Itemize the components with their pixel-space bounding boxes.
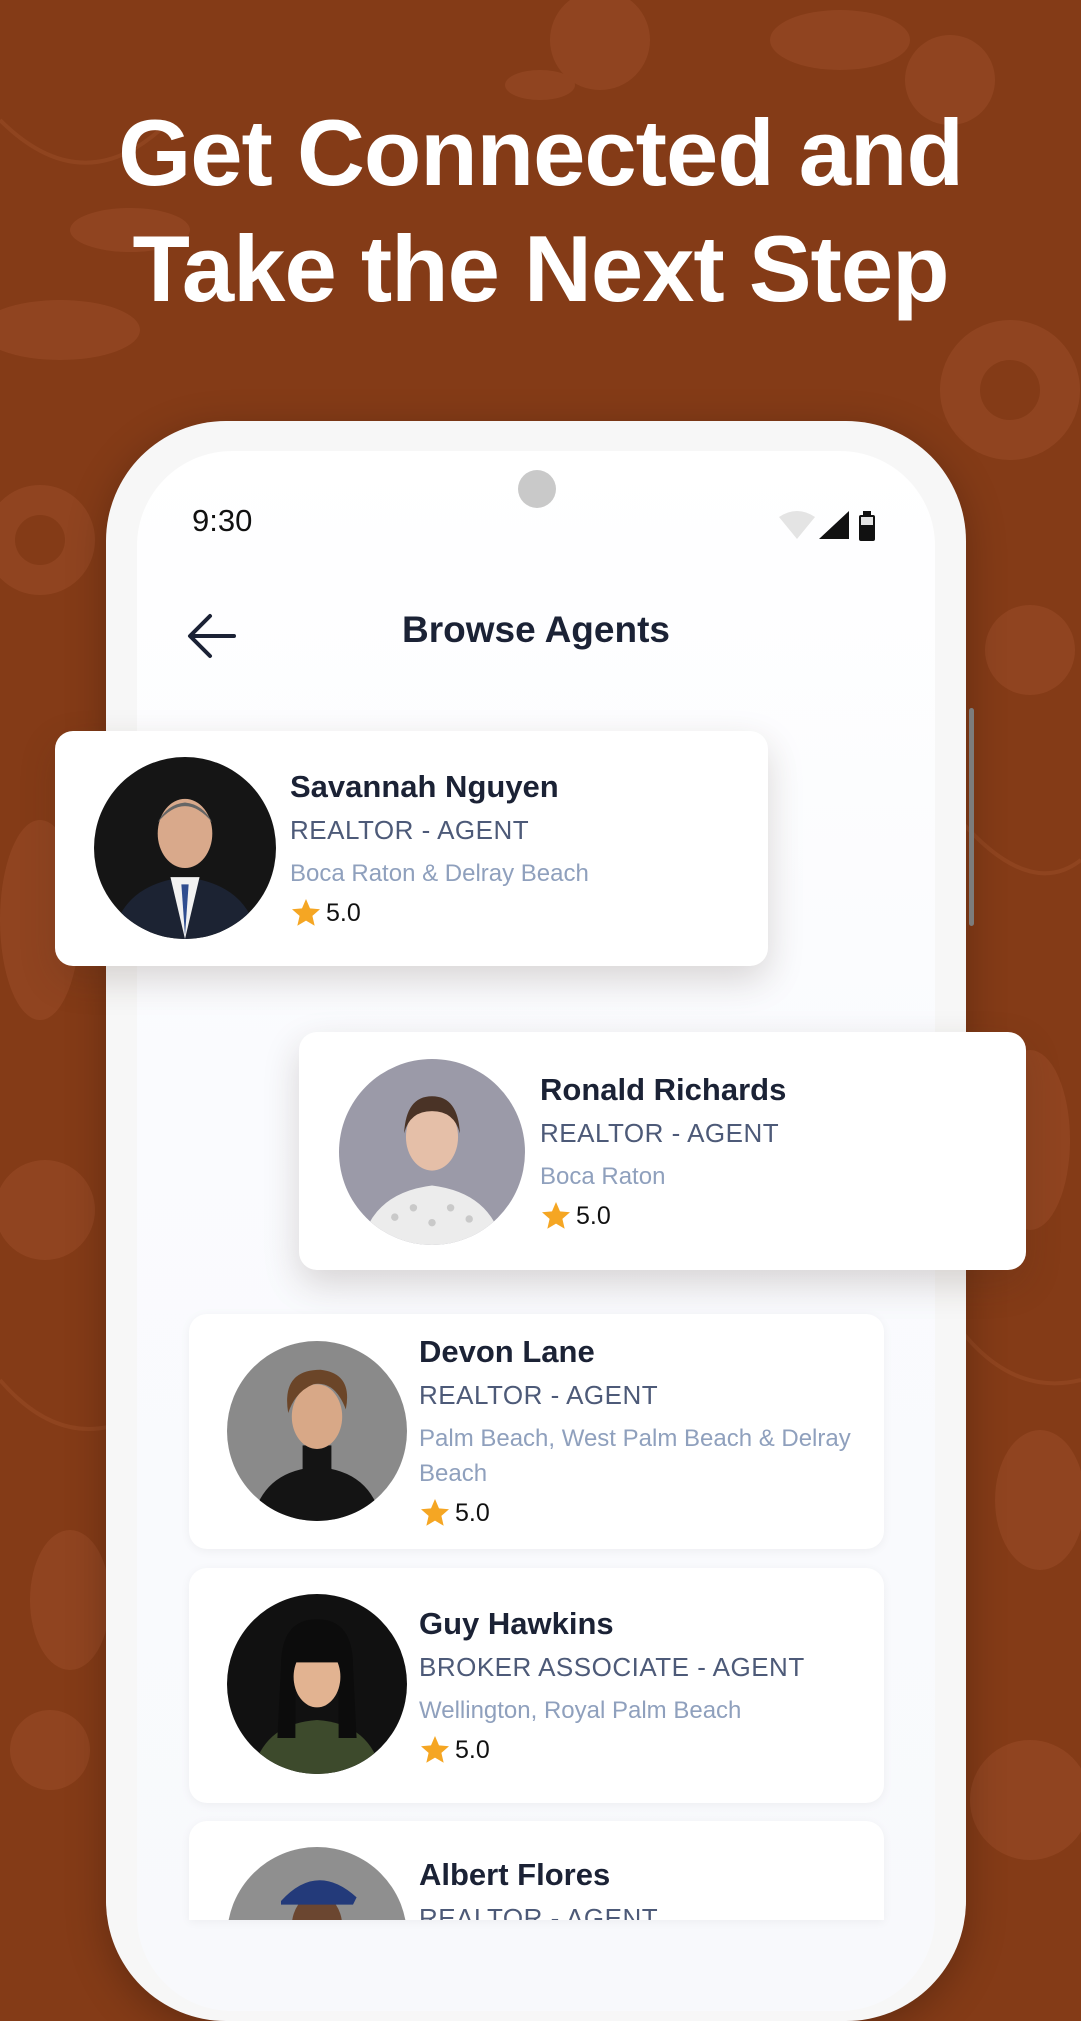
avatar <box>339 1059 525 1245</box>
agent-card-albert-flores[interactable]: Albert Flores REALTOR - AGENT <box>189 1821 884 1920</box>
page-title: Browse Agents <box>402 609 670 650</box>
phone-side-button <box>969 708 974 926</box>
agent-card-ronald-richards[interactable]: Ronald Richards REALTOR - AGENT Boca Rat… <box>299 1032 1026 1270</box>
agent-rating: 5.0 <box>419 1734 805 1766</box>
agent-rating: 5.0 <box>419 1497 859 1529</box>
agent-location: Palm Beach, West Palm Beach & Delray Bea… <box>419 1425 851 1487</box>
star-icon <box>542 1202 570 1229</box>
agent-rating-value: 5.0 <box>326 898 361 927</box>
agent-rating-value: 5.0 <box>576 1201 611 1230</box>
star-icon <box>421 1499 449 1526</box>
star-icon <box>421 1736 449 1763</box>
agent-info: Albert Flores REALTOR - AGENT <box>419 1857 658 1920</box>
agent-role: BROKER ASSOCIATE - AGENT <box>419 1652 805 1682</box>
agent-location: Boca Raton & Delray Beach <box>290 860 589 887</box>
agent-rating: 5.0 <box>540 1200 786 1232</box>
agent-role: REALTOR - AGENT <box>290 815 530 845</box>
avatar <box>227 1341 407 1521</box>
agent-name: Devon Lane <box>419 1334 595 1369</box>
headline: Get Connected and Take the Next Step <box>0 95 1081 327</box>
agent-info: Ronald Richards REALTOR - AGENT Boca Rat… <box>540 1072 786 1232</box>
agent-rating: 5.0 <box>290 897 589 929</box>
agent-role: REALTOR - AGENT <box>419 1380 659 1410</box>
agent-name: Albert Flores <box>419 1857 611 1892</box>
agent-rating-value: 5.0 <box>455 1498 490 1527</box>
agent-role: REALTOR - AGENT <box>419 1903 659 1920</box>
signal-icon <box>819 511 849 539</box>
agent-card-savannah-nguyen[interactable]: Savannah Nguyen REALTOR - AGENT Boca Rat… <box>55 731 768 966</box>
agent-location: Wellington, Royal Palm Beach <box>419 1697 742 1724</box>
agent-card-devon-lane[interactable]: Devon Lane REALTOR - AGENT Palm Beach, W… <box>189 1314 884 1549</box>
agent-location: Boca Raton <box>540 1163 666 1190</box>
agent-info: Guy Hawkins BROKER ASSOCIATE - AGENT Wel… <box>419 1606 805 1766</box>
agent-info: Savannah Nguyen REALTOR - AGENT Boca Rat… <box>290 769 589 929</box>
agent-card-guy-hawkins[interactable]: Guy Hawkins BROKER ASSOCIATE - AGENT Wel… <box>189 1568 884 1803</box>
agent-rating-value: 5.0 <box>455 1735 490 1764</box>
avatar <box>227 1847 407 1920</box>
headline-line-2: Take the Next Step <box>132 216 949 321</box>
front-camera <box>518 470 556 508</box>
avatar <box>227 1594 407 1774</box>
status-icons <box>779 511 875 541</box>
status-time: 9:30 <box>192 503 253 538</box>
agent-name: Ronald Richards <box>540 1072 787 1107</box>
agent-info: Devon Lane REALTOR - AGENT Palm Beach, W… <box>419 1334 859 1529</box>
star-icon <box>292 899 320 926</box>
wifi-icon <box>779 511 815 539</box>
avatar <box>94 757 276 939</box>
agent-name: Guy Hawkins <box>419 1606 614 1641</box>
agent-name: Savannah Nguyen <box>290 769 559 804</box>
headline-line-1: Get Connected and <box>118 100 964 205</box>
agent-role: REALTOR - AGENT <box>540 1118 780 1148</box>
battery-icon <box>859 511 875 541</box>
